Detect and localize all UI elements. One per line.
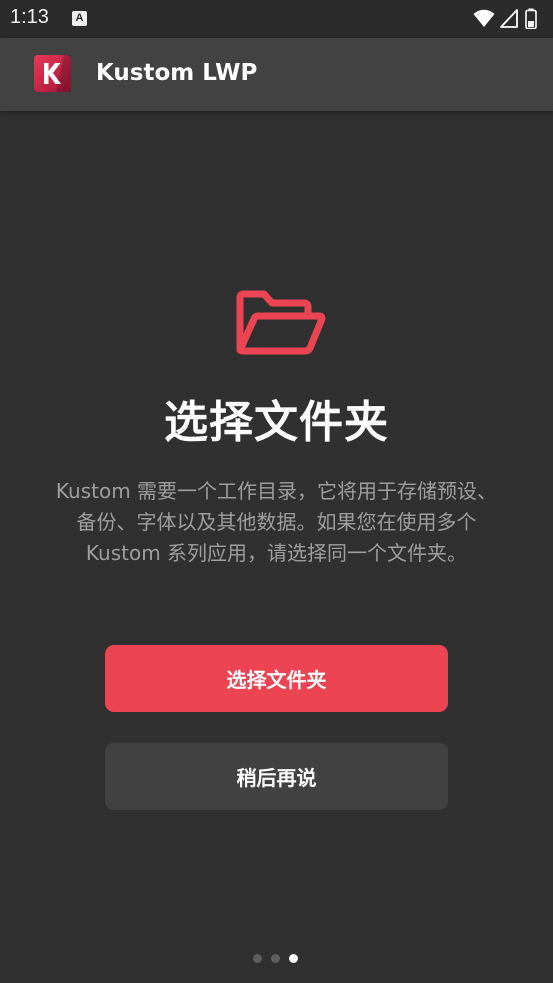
status-time: 1:13: [10, 6, 49, 28]
notification-icon: A: [72, 11, 87, 26]
folder-open-icon: [236, 290, 326, 355]
status-icons: [473, 8, 543, 30]
choose-folder-button[interactable]: 选择文件夹: [105, 645, 448, 712]
page-title: 选择文件夹: [164, 397, 389, 448]
later-button[interactable]: 稍后再说: [105, 743, 448, 810]
wifi-icon: [473, 9, 495, 27]
kustom-logo-icon: [34, 55, 71, 92]
app-bar: Kustom LWP: [0, 38, 553, 111]
page-dot-3-active: [289, 954, 298, 963]
status-bar: 1:13 A: [0, 0, 553, 38]
app-title: Kustom LWP: [96, 60, 258, 86]
cellular-signal-icon: [500, 9, 518, 28]
app-screen: 1:13 A Kustom LWP 选择文件夹 Kustom 需要一个工作目录，…: [0, 0, 553, 983]
battery-icon: [525, 8, 537, 29]
description-text: Kustom 需要一个工作目录，它将用于存储预设、备份、字体以及其他数据。如果您…: [55, 479, 498, 565]
page-dot-2: [271, 954, 280, 963]
page-dot-1: [253, 954, 262, 963]
